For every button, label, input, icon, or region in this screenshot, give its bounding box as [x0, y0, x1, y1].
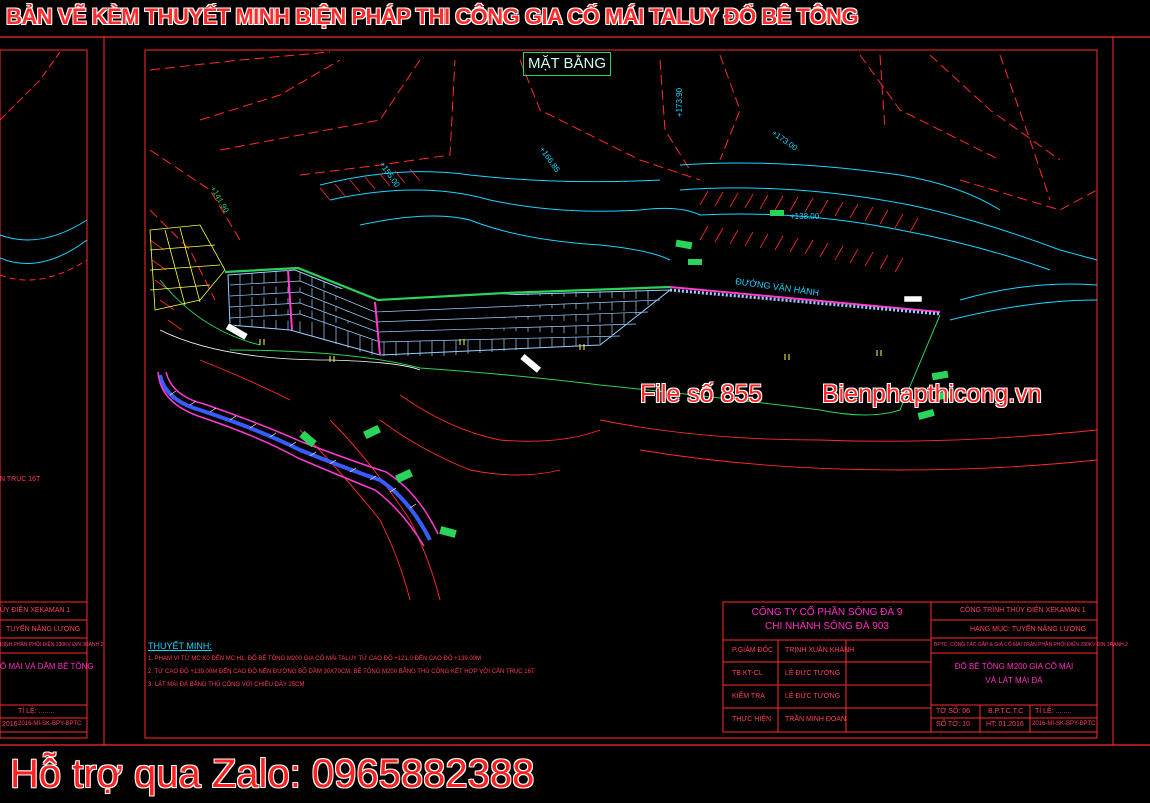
left-note-fragment: N TRỤC 16T	[0, 476, 41, 483]
left-tb-date: 2016	[2, 721, 18, 728]
tb-role: THỰC HIỆN	[732, 716, 772, 723]
tb-code: 2016-MI-SK-BPY-BPTC	[1032, 721, 1096, 727]
tb-sheet-count: SỐ TỜ: 10	[936, 721, 970, 728]
tb-role: P.GIÁM ĐỐC	[732, 647, 774, 654]
notes-heading: THUYẾT MINH:	[148, 641, 212, 651]
tb-drawing-name: ĐỔ BÊ TÔNG M200 GIA CỐ MÁI	[954, 662, 1074, 671]
left-tb-scale: TỈ LỆ: ........	[18, 708, 55, 715]
tb-name: LÊ ĐỨC TƯỜNG	[785, 693, 841, 700]
watermark-file-number: File số 855	[640, 380, 763, 408]
company-branch: CHI NHÁNH SÔNG ĐÀ 903	[765, 621, 889, 632]
left-tb-subcategory: ĐÌNH PHÂN PHỐI ĐIỆN 230KV ĐIN 3RANH 2	[0, 642, 104, 648]
notes-section: THUYẾT MINH: 1. PHẠM VI TỪ MC K0 ĐẾN MC …	[148, 640, 535, 692]
tb-subcategory: BPTC: CÔNG TÁC GẮP & GIA CỐ MÁI TRÀN PHẦ…	[934, 642, 1128, 648]
tb-drawing-name-2: VÀ LÁT MÁI ĐÁ	[985, 676, 1043, 685]
watermark-website: Bienphapthicong.vn	[822, 380, 1042, 408]
left-tb-project: ỦY ĐIỆN XEKAMAN 1	[0, 607, 71, 614]
tb-date: HT: 01.2016	[986, 721, 1024, 728]
tb-name: TRẦN MINH ĐOAN	[785, 716, 847, 723]
sheet-title: MẶT BẰNG	[523, 52, 611, 76]
station-label: +138.00	[790, 212, 820, 221]
tb-project: CÔNG TRÌNH THỦY ĐIỆN XEKAMAN 1	[960, 607, 1086, 614]
station-label: +173.90	[675, 87, 685, 118]
zalo-support-line: Hỗ trợ qua Zalo: 0965882388	[10, 752, 535, 796]
tb-scale: TỈ LỆ: ........	[1035, 708, 1072, 715]
tb-bptc: B.P.T.C.T.C	[988, 708, 1024, 715]
note-line: 1. PHẠM VI TỪ MC K0 ĐẾN MC H1, ĐỔ BÊ TÔN…	[148, 656, 482, 662]
note-line: 2. TỪ CAO ĐỘ +139.00M ĐẾN CAO ĐỘ NỀN ĐƯỜ…	[148, 669, 535, 675]
tb-role: KIỂM TRA	[732, 693, 765, 700]
tb-name: LÊ ĐỨC TƯỜNG	[785, 670, 841, 677]
left-tb-category: TUYẾN NĂNG LƯỢNG	[6, 626, 81, 633]
left-tb-drawing: Ô MÁI VÀ DẦM BÊ TÔNG	[0, 662, 94, 671]
tb-role: TB.KT-CL	[732, 670, 763, 677]
tb-sheet-no: TỜ SỐ: 06	[936, 708, 971, 715]
company-name: CÔNG TY CỔ PHẦN SÔNG ĐÀ 9	[751, 607, 903, 618]
drawing-banner-title: BẢN VẼ KÈM THUYẾT MINH BIỆN PHÁP THI CÔN…	[6, 4, 859, 29]
tb-category: HẠNG MỤC: TUYẾN NĂNG LƯỢNG	[970, 626, 1087, 633]
left-tb-code: 2016-MI-SK-BPY-BPTC	[18, 721, 82, 727]
note-line: 3. LÁT MÁI ĐÁ BẰNG THỦ CÔNG VỚI CHIỀU DÀ…	[148, 682, 305, 688]
tb-name: TRỊNH XUÂN KHÁNH	[785, 647, 855, 654]
